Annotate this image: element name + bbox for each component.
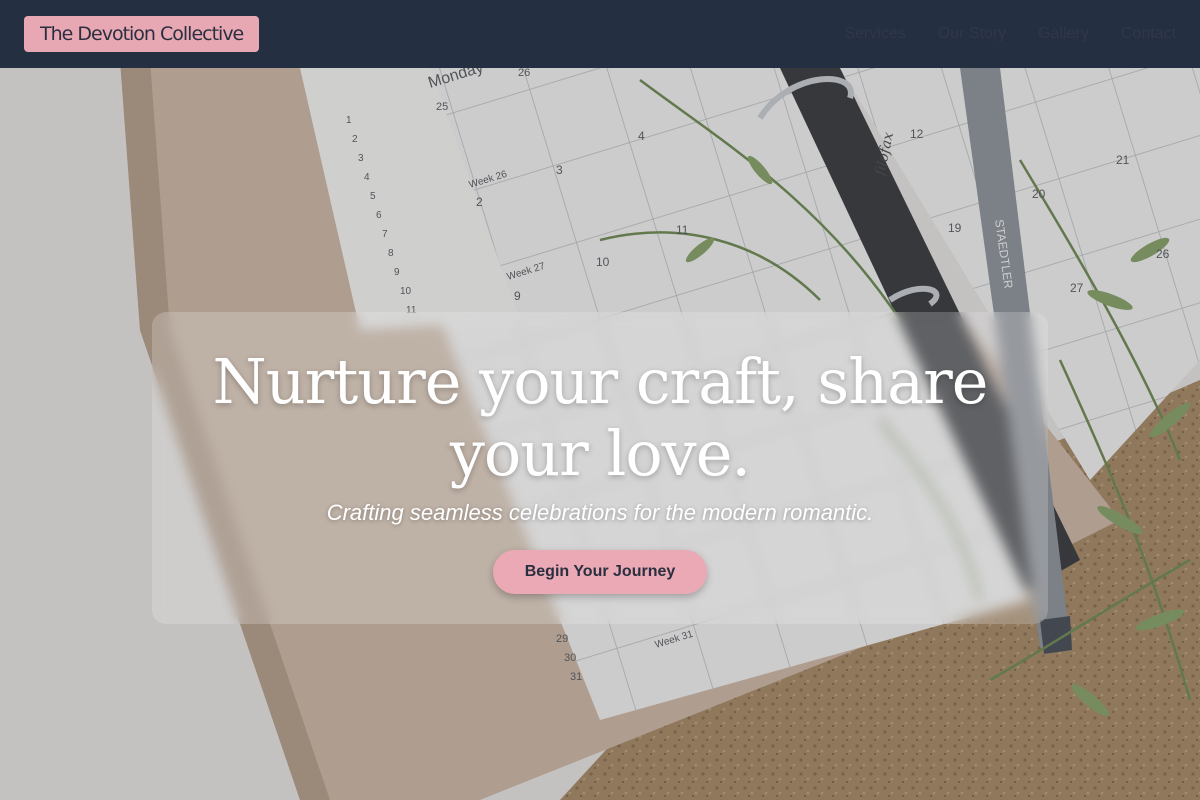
hero-headline: Nurture your craft, share your love.: [212, 345, 989, 490]
nav-item-services[interactable]: Services: [844, 25, 905, 43]
nav-item-contact[interactable]: Contact: [1121, 25, 1176, 43]
nav-links: Services Our Story Gallery Contact: [844, 25, 1176, 43]
hero-card: Nurture your craft, share your love. Cra…: [152, 312, 1048, 624]
brand-logo[interactable]: The Devotion Collective: [24, 16, 260, 52]
begin-journey-button[interactable]: Begin Your Journey: [492, 550, 708, 594]
nav-item-gallery[interactable]: Gallery: [1038, 25, 1089, 43]
top-navbar: The Devotion Collective Services Our Sto…: [0, 0, 1200, 68]
hero-subheadline: Crafting seamless celebrations for the m…: [326, 500, 874, 525]
nav-item-our-story[interactable]: Our Story: [938, 25, 1006, 43]
